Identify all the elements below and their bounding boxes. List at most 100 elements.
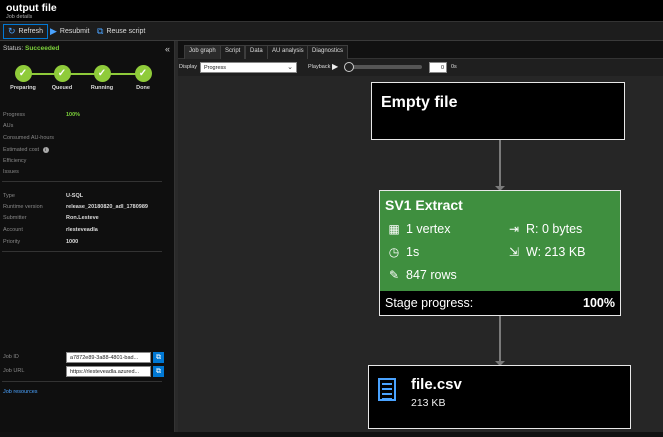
refresh-icon: ↻ [8, 26, 16, 36]
read-in-icon: ⇥ [508, 222, 520, 236]
reuse-label: Reuse script [106, 28, 146, 35]
check-icon: ✓ [93, 65, 111, 82]
graph-edge [499, 140, 501, 190]
issues-label: Issues [3, 169, 19, 175]
meta-key: Priority [3, 239, 21, 245]
job-id-field[interactable]: a7872e89-3a88-4801-bad... [66, 352, 151, 363]
step-running: ✓ Running [89, 65, 115, 91]
playback-label: Playback [308, 64, 331, 70]
meta-key: Runtime version [3, 204, 43, 210]
meta-value: release_20180820_adl_1780989 [66, 204, 148, 210]
progress-label: Progress [3, 112, 26, 118]
output-title: file.csv [411, 376, 462, 393]
status-value: Succeeded [25, 45, 60, 52]
clock-icon: ◷ [388, 245, 400, 259]
horizontal-scrollbar[interactable] [0, 432, 663, 437]
stage-write: ⇲ W: 213 KB [506, 245, 586, 259]
job-url-label: Job URL [3, 368, 25, 374]
meta-value: rlesteveadla [66, 227, 98, 233]
estimated-cost-text: Estimated cost [3, 147, 40, 153]
stage-read-text: R: 0 bytes [526, 222, 583, 236]
consumed-au-label: Consumed AU-hours [3, 135, 55, 141]
window-subtitle: Job details [6, 14, 33, 20]
step-preparing: ✓ Preparing [10, 65, 36, 91]
playback-slider[interactable] [345, 65, 422, 69]
stage-vertex: ▦ 1 vertex [386, 222, 450, 236]
playback-time-input[interactable]: 0 [429, 62, 447, 73]
graph-edge [499, 316, 501, 365]
stage-time-text: 1s [406, 245, 420, 259]
refresh-label: Refresh [18, 28, 44, 35]
tab-diagnostics[interactable]: Diagnostics [307, 45, 349, 59]
stage-title: SV1 Extract [385, 197, 463, 213]
job-tabs: Job graph Script Data AU analysis Diagno… [178, 41, 663, 59]
node-title: Empty file [381, 94, 458, 111]
tab-data[interactable]: Data [245, 45, 268, 59]
graph-node-stage[interactable]: SV1 Extract ▦ 1 vertex ◷ 1s ✎ 847 rows ⇥… [379, 190, 621, 316]
job-id-label: Job ID [3, 354, 19, 360]
stage-read: ⇥ R: 0 bytes [506, 222, 582, 236]
info-icon[interactable]: i [42, 147, 49, 153]
toolbar: ↻ Refresh ▶ Resubmit ⧉ Reuse script [0, 22, 663, 41]
check-icon: ✓ [134, 65, 152, 82]
meta-key: Type [3, 193, 15, 199]
meta-key: Submitter [3, 215, 27, 221]
write-out-icon: ⇲ [508, 245, 520, 259]
estimated-cost-label: Estimated cost i [3, 147, 49, 153]
step-label: Done [136, 85, 150, 91]
title-bar: output file Job details [0, 0, 663, 22]
job-details-panel: Status: Succeeded « ✓ Preparing ✓ Queued… [0, 41, 175, 437]
stage-progress: Stage progress: 100% [380, 291, 620, 315]
resubmit-button[interactable]: ▶ Resubmit [46, 24, 94, 39]
edit-rows-icon: ✎ [388, 268, 400, 282]
file-icon [378, 378, 396, 401]
stage-rows-text: 847 rows [406, 268, 457, 282]
display-select[interactable]: Progress ⌄ [200, 62, 297, 73]
efficiency-label: Efficiency [3, 158, 27, 164]
stage-progress-value: 100% [583, 296, 615, 310]
playback-play-icon[interactable]: ▶ [332, 62, 338, 71]
copy-job-url-icon[interactable]: ⧉ [153, 366, 164, 377]
job-graph-canvas[interactable]: Empty file SV1 Extract ▦ 1 vertex ◷ 1s ✎… [178, 76, 663, 437]
status-label: Status: [3, 45, 24, 52]
job-resources-link[interactable]: Job resources [3, 389, 38, 395]
chevron-down-icon: ⌄ [287, 64, 293, 71]
check-icon: ✓ [14, 65, 32, 82]
copy-job-id-icon[interactable]: ⧉ [153, 352, 164, 363]
reuse-script-button[interactable]: ⧉ Reuse script [93, 24, 149, 39]
job-status: Status: Succeeded [3, 45, 59, 52]
output-size: 213 KB [411, 397, 446, 409]
job-url-field[interactable]: https://rlesteveadla.azured... [66, 366, 151, 377]
graph-node-source[interactable]: Empty file [371, 82, 625, 140]
resubmit-label: Resubmit [59, 28, 90, 35]
stage-time: ◷ 1s [386, 245, 419, 259]
playback-time-unit: 0s [451, 64, 457, 70]
stage-vertex-text: 1 vertex [406, 222, 451, 236]
tab-script[interactable]: Script [220, 45, 246, 59]
step-done: ✓ Done [130, 65, 156, 91]
meta-value: U-SQL [66, 193, 84, 199]
meta-value: 1000 [66, 239, 79, 245]
meta-key: Account [3, 227, 23, 233]
copy-icon: ⧉ [97, 26, 104, 36]
play-icon: ▶ [50, 26, 57, 36]
collapse-panel-icon[interactable]: « [165, 44, 170, 54]
tab-au-analysis[interactable]: AU analysis [267, 45, 309, 59]
step-label: Queued [51, 85, 73, 91]
window-title: output file [6, 2, 57, 14]
stage-rows: ✎ 847 rows [386, 268, 457, 282]
divider [2, 181, 162, 182]
tab-job-graph[interactable]: Job graph [184, 45, 221, 59]
refresh-button[interactable]: ↻ Refresh [3, 24, 49, 39]
divider [2, 381, 162, 382]
check-icon: ✓ [53, 65, 71, 82]
playback-slider-knob[interactable] [344, 62, 354, 72]
graph-node-output[interactable]: file.csv 213 KB [368, 365, 631, 429]
grid-icon: ▦ [388, 222, 400, 236]
job-progress-steps: ✓ Preparing ✓ Queued ✓ Running ✓ Done [10, 63, 160, 103]
stage-write-text: W: 213 KB [526, 245, 586, 259]
display-label: Display [179, 64, 198, 70]
progress-value: 100% [66, 112, 81, 118]
stage-progress-label: Stage progress: [385, 296, 474, 310]
display-value: Progress [204, 65, 227, 71]
